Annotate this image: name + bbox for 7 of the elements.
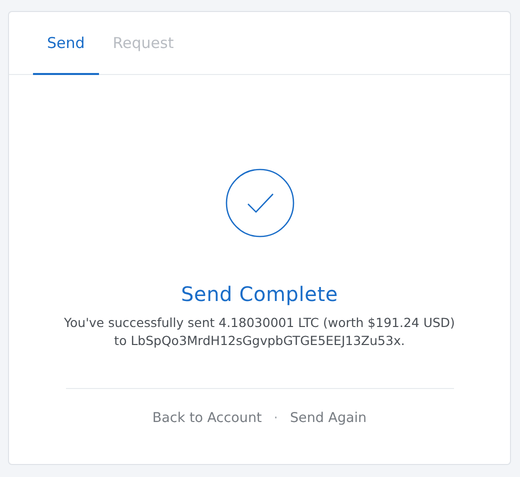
status-title: Send Complete bbox=[180, 282, 338, 306]
action-link[interactable]: Back to Account bbox=[152, 410, 262, 426]
checkmark-icon bbox=[224, 168, 294, 238]
tab[interactable]: Send bbox=[33, 12, 99, 75]
status-message: You've successfully sent 4.18030001 LTC (worth $191.24 USD) to LbSpQo3MrdH12sGgvpbGTGE5EEJ13Zu53x. bbox=[63, 314, 456, 350]
action-link[interactable]: Send Again bbox=[290, 410, 367, 426]
separator: · bbox=[274, 410, 278, 426]
